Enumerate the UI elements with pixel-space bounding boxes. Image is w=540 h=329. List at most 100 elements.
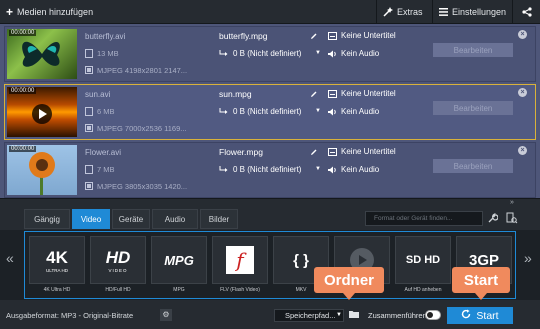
pencil-icon[interactable]	[310, 148, 318, 156]
format-label: Auf HD anheben	[404, 287, 442, 293]
flower-image	[29, 152, 55, 195]
edit-button[interactable]: Bearbeiten	[433, 43, 513, 57]
output-filename[interactable]: butterfly.mpg	[219, 31, 268, 41]
folder-icon[interactable]	[349, 310, 359, 320]
format-search-input[interactable]: Format oder Gerät finden...	[365, 211, 483, 226]
settings-label: Einstellungen	[452, 7, 507, 17]
settings-button[interactable]: Einstellungen	[432, 0, 512, 24]
input-filename: Flower.avi	[85, 148, 122, 157]
format-hd[interactable]: HD VIDEO HD/Full HD	[90, 236, 146, 298]
file-row[interactable]: 00:00:00 butterfly.avi 13 MB MJPEG 4198x…	[4, 26, 536, 82]
panel-divider	[0, 198, 540, 208]
format-mpg[interactable]: MPG MPG	[151, 236, 207, 298]
tab-bilder[interactable]: Bilder	[200, 209, 238, 229]
tab-audio[interactable]: Audio	[152, 209, 198, 229]
pencil-icon[interactable]	[310, 32, 318, 40]
format-mpg-logo: MPG	[151, 236, 207, 284]
chevron-down-icon[interactable]: ▼	[315, 108, 323, 116]
format-hd-logo: HD VIDEO	[90, 236, 146, 284]
share-button[interactable]	[512, 0, 540, 24]
save-path-select[interactable]: Speicherpfad...	[274, 309, 344, 322]
video-codec-icon	[85, 66, 93, 74]
output-filesize: 0 B (Nicht definiert)	[233, 107, 302, 116]
video-codec-icon	[85, 124, 93, 132]
file-icon	[85, 165, 93, 174]
output-filename[interactable]: Flower.mpg	[219, 147, 263, 157]
tab-video[interactable]: Video	[72, 209, 110, 229]
duration-label: 00:00:00	[9, 146, 37, 152]
sd-hd-icon: SD HD	[405, 254, 441, 266]
play-icon[interactable]	[7, 87, 77, 137]
tab-geraete[interactable]: Geräte	[112, 209, 150, 229]
format-4k[interactable]: 4K ULTRA HD 4K Ultra HD	[29, 236, 85, 298]
duration-label: 00:00:00	[9, 88, 37, 94]
format-logo-text: HD	[105, 247, 131, 267]
output-filename[interactable]: sun.mpg	[219, 89, 252, 99]
edit-button[interactable]: Bearbeiten	[433, 159, 513, 173]
output-arrow-icon	[219, 165, 228, 173]
remove-file-icon[interactable]: ×	[518, 30, 527, 39]
audio-selector[interactable]: Kein Audio	[341, 49, 379, 58]
chevron-down-icon[interactable]: ▼	[315, 50, 323, 58]
video-codec-icon	[85, 182, 93, 190]
subtitle-icon	[328, 90, 337, 98]
3gp-icon: 3GP	[468, 251, 499, 269]
tab-gaengig[interactable]: Gängig	[24, 209, 70, 229]
video-thumbnail[interactable]: 00:00:00	[7, 87, 77, 137]
flash-icon: f	[226, 246, 254, 274]
input-filesize: 6 MB	[97, 107, 115, 116]
pencil-icon[interactable]	[310, 90, 318, 98]
format-label: HD/Full HD	[105, 287, 131, 293]
gear-icon[interactable]: ⚙	[160, 309, 172, 321]
format-upscale-hd[interactable]: SD HD Auf HD anheben	[395, 236, 451, 298]
audio-selector[interactable]: Kein Audio	[341, 165, 379, 174]
speaker-icon	[328, 166, 336, 174]
edit-button[interactable]: Bearbeiten	[433, 101, 513, 115]
format-4k-logo: 4K ULTRA HD	[29, 236, 85, 284]
remove-file-icon[interactable]: ×	[518, 146, 527, 155]
chevron-down-icon[interactable]: ▼	[315, 166, 323, 174]
format-flv[interactable]: f FLV (Flash Video)	[212, 236, 268, 298]
input-codec: MJPEG 7000x2536 1169...	[97, 124, 187, 133]
speaker-icon	[328, 108, 336, 116]
device-detect-icon[interactable]	[506, 212, 518, 226]
extras-button[interactable]: Extras	[376, 0, 429, 24]
remove-file-icon[interactable]: ×	[518, 88, 527, 97]
butterfly-image	[22, 41, 60, 67]
merge-label: Zusammenführen	[368, 311, 427, 320]
subtitle-selector[interactable]: Keine Untertitel	[341, 147, 396, 156]
bottom-bar: Ausgabeformat: MP3 - Original-Bitrate ⚙ …	[0, 300, 540, 329]
speaker-icon	[328, 50, 336, 58]
callout-start: Start	[452, 267, 510, 300]
collapse-chevron-icon[interactable]: »	[507, 199, 517, 208]
format-label: MPG	[173, 287, 185, 293]
subtitle-selector[interactable]: Keine Untertitel	[341, 89, 396, 98]
extras-label: Extras	[397, 7, 423, 17]
audio-selector[interactable]: Kein Audio	[341, 107, 379, 116]
input-filesize: 13 MB	[97, 49, 119, 58]
file-icon	[85, 49, 93, 58]
save-path-value: Speicherpfad...	[285, 311, 336, 320]
subtitle-selector[interactable]: Keine Untertitel	[341, 31, 396, 40]
format-logo-sub: VIDEO	[108, 267, 128, 273]
video-thumbnail[interactable]: 00:00:00	[7, 29, 77, 79]
subtitle-icon	[328, 148, 337, 156]
menu-icon	[439, 8, 448, 16]
duration-label: 00:00:00	[9, 30, 37, 36]
start-button[interactable]: Start	[447, 307, 513, 324]
file-row[interactable]: 00:00:00 Flower.avi 7 MB MJPEG 3805x3035…	[4, 142, 536, 198]
video-thumbnail[interactable]: 00:00:00	[7, 145, 77, 195]
output-format-label[interactable]: Ausgabeformat: MP3 - Original-Bitrate	[6, 311, 133, 320]
wrench-icon[interactable]	[488, 213, 499, 225]
file-icon	[85, 107, 93, 116]
output-arrow-icon	[219, 49, 228, 57]
file-row[interactable]: 00:00:00 sun.avi 6 MB MJPEG 7000x2536 11…	[4, 84, 536, 140]
carousel-next-icon[interactable]: »	[524, 250, 532, 266]
add-media-button[interactable]: + Medien hinzufügen	[0, 0, 99, 24]
share-icon	[521, 7, 532, 17]
chevron-down-icon[interactable]: ▼	[336, 312, 342, 318]
input-filename: sun.avi	[85, 90, 111, 99]
input-filesize: 7 MB	[97, 165, 115, 174]
merge-toggle[interactable]	[425, 310, 441, 320]
carousel-prev-icon[interactable]: «	[6, 250, 14, 266]
